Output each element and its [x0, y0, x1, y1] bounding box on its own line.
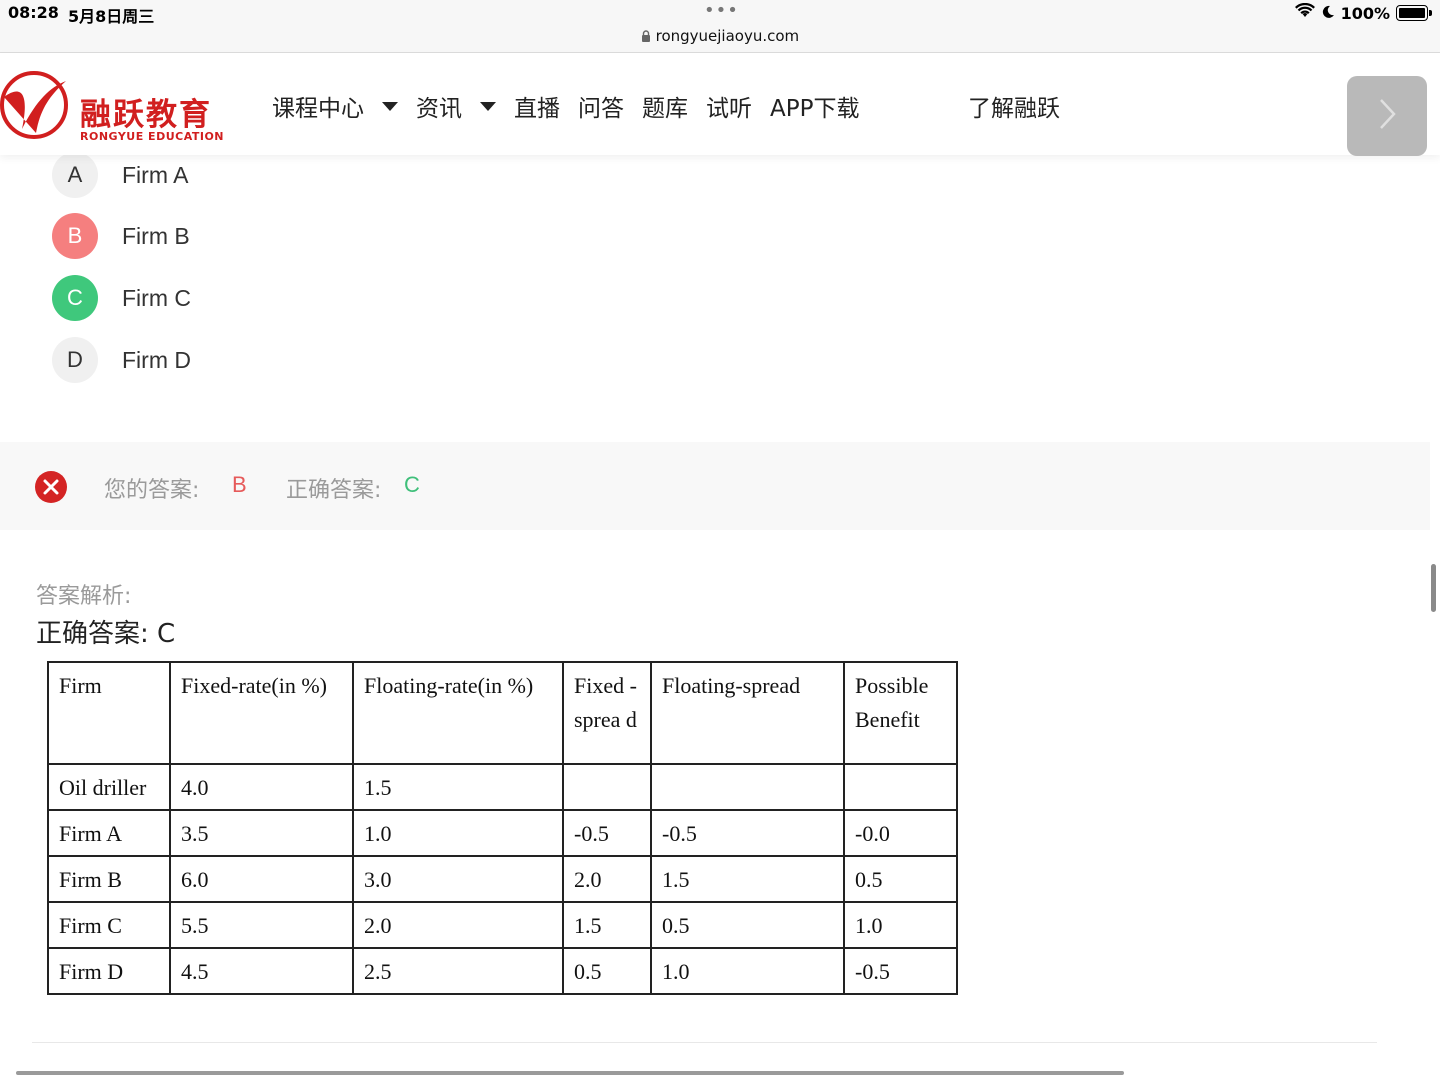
table-cell: 1.0 — [352, 809, 564, 857]
your-answer-value: B — [232, 472, 247, 497]
option-letter: D — [52, 337, 98, 383]
site-logo[interactable]: 融跃教育 RONGYUE EDUCATION — [0, 67, 230, 143]
nav-live[interactable]: 直播 — [514, 89, 560, 123]
table-cell: 4.5 — [169, 947, 354, 995]
option-text: Firm D — [122, 346, 191, 373]
next-button[interactable] — [1347, 76, 1427, 156]
table-header: Fixed-rate(in %) — [169, 661, 354, 765]
option-c[interactable]: C Firm C — [52, 275, 191, 321]
chevron-right-icon — [1372, 94, 1402, 138]
table-cell: 1.5 — [562, 901, 652, 949]
status-date: 5月8日周三 — [68, 7, 155, 26]
table-header: Firm — [47, 661, 171, 765]
analysis-table: Firm Fixed-rate(in %) Floating-rate(in %… — [47, 661, 958, 995]
main-nav: 课程中心 资讯 直播 问答 题库 试听 APP下载 — [272, 89, 877, 123]
url-text: rongyuejiaoyu.com — [655, 27, 800, 45]
nav-news[interactable]: 资讯 — [416, 89, 462, 123]
option-text: Firm B — [122, 222, 190, 249]
table-cell: 6.0 — [169, 855, 354, 903]
option-a[interactable]: A Firm A — [52, 152, 188, 198]
table-row: Firm B 6.0 3.0 2.0 1.5 0.5 — [47, 855, 958, 903]
analysis-correct-answer: 正确答案: C — [36, 619, 176, 649]
logo-text-cn: 融跃教育 — [80, 97, 212, 133]
correct-answer-value: C — [404, 472, 420, 497]
answer-result-bar: 您的答案: B 正确答案: C — [0, 442, 1430, 530]
table-cell — [562, 763, 652, 811]
nav-question-bank[interactable]: 题库 — [642, 89, 688, 123]
nav-trial[interactable]: 试听 — [706, 89, 752, 123]
option-letter: C — [52, 275, 98, 321]
table-row: Firm A 3.5 1.0 -0.5 -0.5 -0.0 — [47, 809, 958, 857]
nav-app-download[interactable]: APP下载 — [770, 89, 859, 123]
table-cell: 3.5 — [169, 809, 354, 857]
wrong-answer-icon — [35, 471, 67, 503]
table-cell: 1.5 — [650, 855, 845, 903]
table-cell: Firm D — [47, 947, 171, 995]
table-cell: 1.5 — [352, 763, 564, 811]
table-header: Possible Benefit — [843, 661, 958, 765]
chevron-down-icon[interactable] — [480, 101, 496, 111]
table-cell: Firm B — [47, 855, 171, 903]
analysis-label: 答案解析: — [36, 584, 132, 609]
table-cell: -0.5 — [843, 947, 958, 995]
address-bar[interactable]: rongyuejiaoyu.com — [0, 27, 1440, 45]
table-row: Oil driller 4.0 1.5 — [47, 763, 958, 811]
table-cell: 2.0 — [562, 855, 652, 903]
logo-text-en: RONGYUE EDUCATION — [80, 130, 225, 143]
table-header: Floating-rate(in %) — [352, 661, 564, 765]
option-b[interactable]: B Firm B — [52, 213, 190, 259]
table-cell: -0.5 — [650, 809, 845, 857]
table-cell: 3.0 — [352, 855, 564, 903]
vertical-scrollbar[interactable] — [1431, 564, 1436, 612]
table-header: Floating-spread — [650, 661, 845, 765]
option-d[interactable]: D Firm D — [52, 337, 191, 383]
table-cell: Firm A — [47, 809, 171, 857]
table-cell: 2.5 — [352, 947, 564, 995]
your-answer-label: 您的答案: — [104, 478, 200, 503]
nav-courses[interactable]: 课程中心 — [272, 89, 364, 123]
table-cell: Firm C — [47, 901, 171, 949]
table-cell: -0.0 — [843, 809, 958, 857]
table-cell: -0.5 — [562, 809, 652, 857]
battery-icon — [1396, 5, 1428, 21]
nav-qa[interactable]: 问答 — [578, 89, 624, 123]
table-header-row: Firm Fixed-rate(in %) Floating-rate(in %… — [47, 661, 958, 765]
lock-icon — [641, 27, 656, 45]
table-cell: 0.5 — [562, 947, 652, 995]
browser-status-bar: 08:28 5月8日周三 ••• rongyuejiaoyu.com 100% — [0, 0, 1440, 53]
option-text: Firm A — [122, 161, 189, 188]
option-letter: A — [52, 152, 98, 198]
more-dots-icon[interactable]: ••• — [704, 0, 739, 21]
option-text: Firm C — [122, 284, 191, 311]
horizontal-scrollbar[interactable] — [16, 1071, 1124, 1075]
nav-about[interactable]: 了解融跃 — [968, 89, 1060, 123]
battery-percent: 100% — [1340, 3, 1390, 23]
correct-answer-label: 正确答案: — [286, 478, 382, 503]
table-cell — [650, 763, 845, 811]
moon-icon — [1321, 4, 1335, 23]
table-row: Firm D 4.5 2.5 0.5 1.0 -0.5 — [47, 947, 958, 995]
table-cell — [843, 763, 958, 811]
table-row: Firm C 5.5 2.0 1.5 0.5 1.0 — [47, 901, 958, 949]
table-cell: 0.5 — [650, 901, 845, 949]
table-cell: 2.0 — [352, 901, 564, 949]
wifi-icon — [1294, 2, 1315, 23]
section-divider — [32, 1042, 1377, 1043]
chevron-down-icon[interactable] — [382, 101, 398, 111]
site-header: 融跃教育 RONGYUE EDUCATION 课程中心 资讯 直播 问答 题库 … — [0, 53, 1440, 156]
status-indicators: 100% — [1294, 2, 1432, 23]
table-cell: 1.0 — [843, 901, 958, 949]
table-cell: Oil driller — [47, 763, 171, 811]
option-letter: B — [52, 213, 98, 259]
table-cell: 4.0 — [169, 763, 354, 811]
table-cell: 1.0 — [650, 947, 845, 995]
status-time: 08:28 — [8, 3, 59, 22]
table-cell: 0.5 — [843, 855, 958, 903]
table-cell: 5.5 — [169, 901, 354, 949]
table-header: Fixed -sprea d — [562, 661, 652, 765]
